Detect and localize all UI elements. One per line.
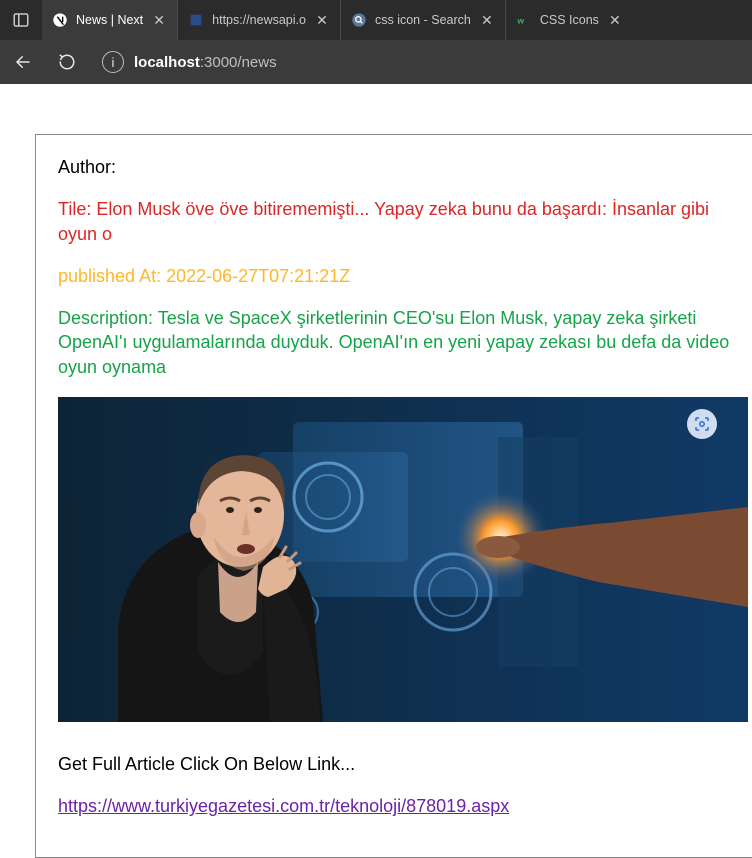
tab-close-icon[interactable]: ✕ <box>607 12 623 28</box>
article-description: Description: Tesla ve SpaceX şirketlerin… <box>58 306 752 379</box>
tab-label: https://newsapi.o <box>212 13 306 27</box>
article-image <box>58 397 748 722</box>
cta-text: Get Full Article Click On Below Link... <box>58 752 752 776</box>
tab-close-icon[interactable]: ✕ <box>479 12 495 28</box>
url-host: localhost <box>134 54 200 71</box>
refresh-button[interactable] <box>52 47 82 77</box>
visual-search-button[interactable] <box>687 409 717 439</box>
article-image-wrap <box>58 397 752 722</box>
webpage-body: Author: Tile: Elon Musk öve öve bitireme… <box>0 84 752 828</box>
site-info-icon[interactable]: i <box>102 51 124 73</box>
address-bar[interactable]: i localhost:3000/news <box>96 51 744 73</box>
w3-icon: w <box>516 12 532 28</box>
tab-news-next[interactable]: News | Next ✕ <box>42 0 178 40</box>
tab-close-icon[interactable]: ✕ <box>314 12 330 28</box>
article-published-at: published At: 2022-06-27T07:21:21Z <box>58 264 752 288</box>
site-icon <box>188 12 204 28</box>
arrow-left-icon <box>14 53 32 71</box>
tab-label: News | Next <box>76 13 143 27</box>
tab-actions-button[interactable] <box>0 0 42 40</box>
visual-search-icon <box>693 415 711 433</box>
tab-label: css icon - Search <box>375 13 471 27</box>
browser-toolbar: i localhost:3000/news <box>0 40 752 84</box>
tab-label: CSS Icons <box>540 13 599 27</box>
tab-close-icon[interactable]: ✕ <box>151 12 167 28</box>
article-link-line: https://www.turkiyegazetesi.com.tr/tekno… <box>58 794 752 818</box>
back-button[interactable] <box>8 47 38 77</box>
url: localhost:3000/news <box>134 54 277 71</box>
search-engine-icon <box>351 12 367 28</box>
refresh-icon <box>58 53 76 71</box>
url-rest: :3000/news <box>200 54 277 71</box>
browser-tabstrip: News | Next ✕ https://newsapi.o ✕ css ic… <box>0 0 752 40</box>
article-title: Tile: Elon Musk öve öve bitirememişti...… <box>58 197 752 246</box>
tab-css-icons[interactable]: w CSS Icons ✕ <box>506 0 633 40</box>
article-link[interactable]: https://www.turkiyegazetesi.com.tr/tekno… <box>58 796 509 816</box>
tab-css-icon-search[interactable]: css icon - Search ✕ <box>341 0 506 40</box>
author-label: Author: <box>58 155 752 179</box>
panel-icon <box>12 11 30 29</box>
nextjs-icon <box>52 12 68 28</box>
svg-text:w: w <box>516 15 524 25</box>
tab-newsapi[interactable]: https://newsapi.o ✕ <box>178 0 341 40</box>
article-card: Author: Tile: Elon Musk öve öve bitireme… <box>35 134 752 858</box>
